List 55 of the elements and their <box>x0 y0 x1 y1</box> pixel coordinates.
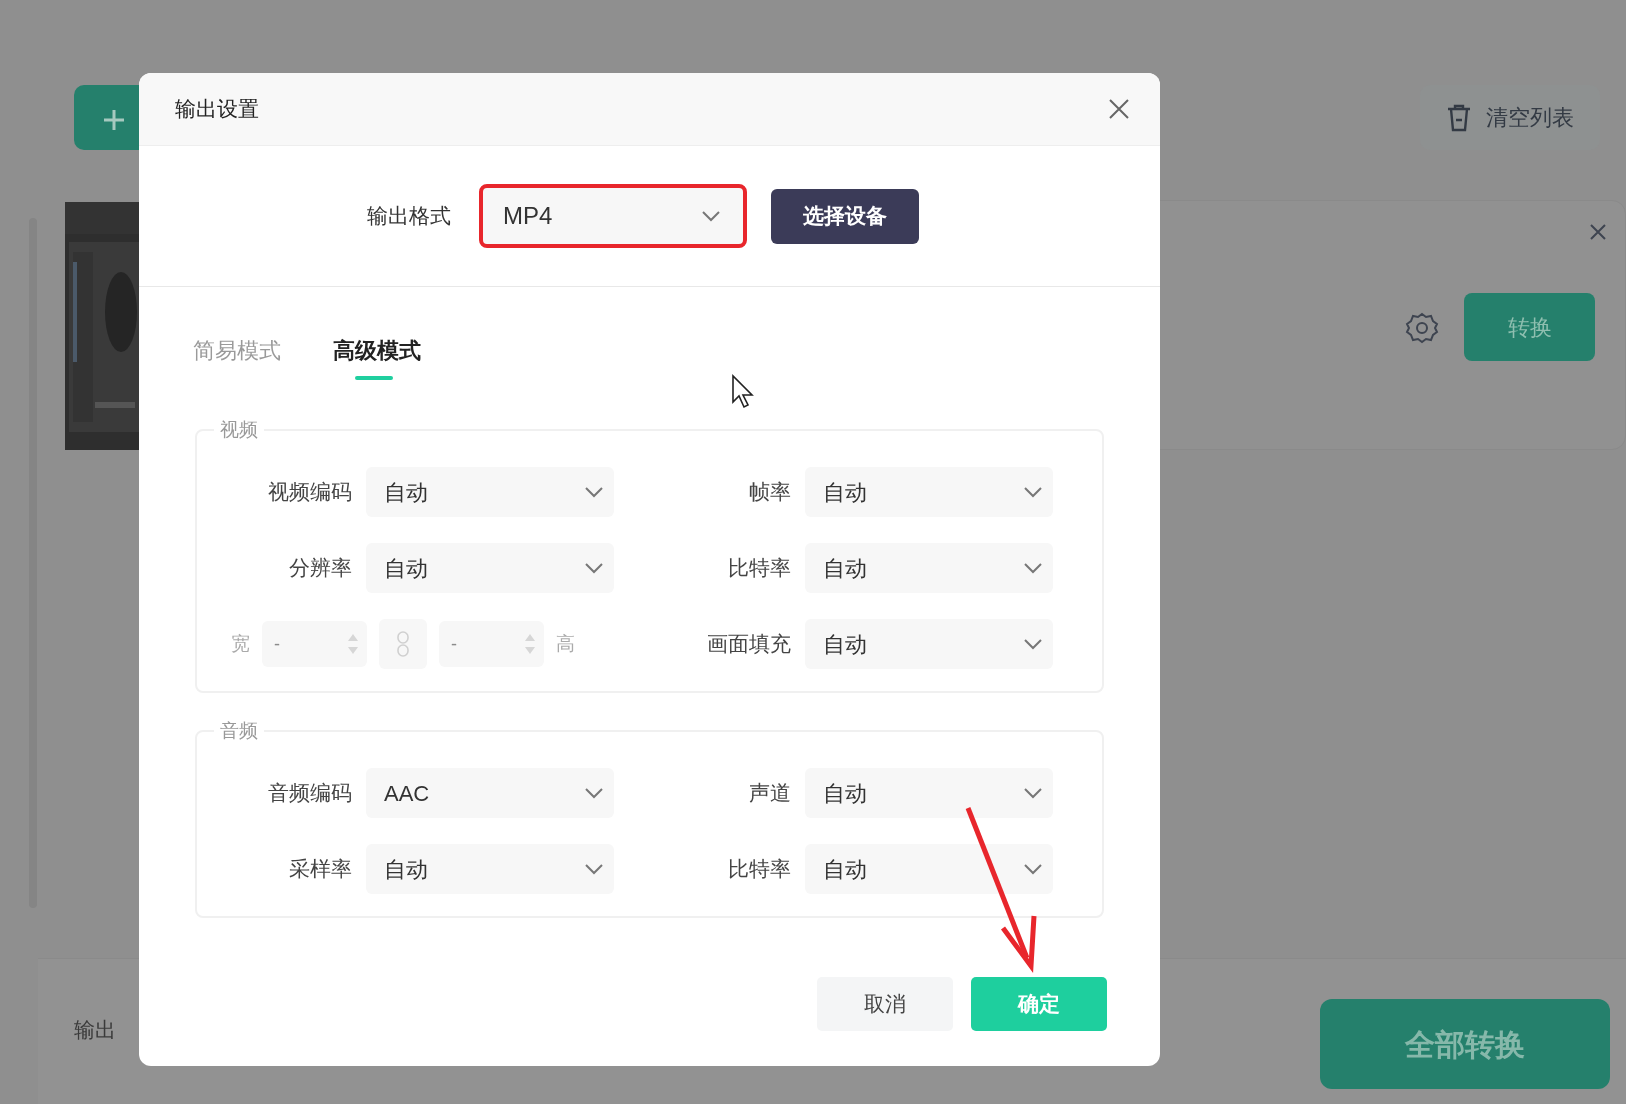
dropdown[interactable]: 自动 <box>805 467 1053 517</box>
width-label: 宽 <box>231 631 250 656</box>
chevron-down-icon <box>1023 863 1043 875</box>
format-select[interactable]: MP4 <box>479 184 747 248</box>
field-label: 分辨率 <box>288 555 352 582</box>
dropdown-value: 自动 <box>823 855 867 884</box>
dropdown-value: 自动 <box>384 554 428 583</box>
dropdown-value: 自动 <box>384 855 428 884</box>
field-label: 比特率 <box>727 856 791 883</box>
chevron-down-icon <box>584 787 604 799</box>
chevron-down-icon <box>1023 562 1043 574</box>
format-label: 输出格式 <box>367 203 451 230</box>
plus-icon <box>103 109 125 131</box>
dropdown[interactable]: 自动 <box>805 619 1053 669</box>
dropdown-value: 自动 <box>823 478 867 507</box>
chevron-down-icon <box>1023 486 1043 498</box>
field-label: 画面填充 <box>706 631 791 658</box>
select-device-button[interactable]: 选择设备 <box>771 188 919 244</box>
field-label: 视频编码 <box>267 479 352 506</box>
chevron-down-icon <box>1023 638 1043 650</box>
output-label: 输出 <box>74 1017 116 1043</box>
dropdown-value: 自动 <box>384 478 428 507</box>
dropdown-value: 自动 <box>823 779 867 808</box>
dropdown-value: 自动 <box>823 630 867 659</box>
dropdown[interactable]: AAC <box>366 768 614 818</box>
link-icon <box>396 630 410 658</box>
format-value: MP4 <box>503 201 553 231</box>
chevron-down-icon <box>1023 787 1043 799</box>
dialog-title: 输出设置 <box>175 96 259 123</box>
field-label: 比特率 <box>727 555 791 582</box>
dropdown-value: 自动 <box>823 554 867 583</box>
cancel-button[interactable]: 取消 <box>817 977 953 1031</box>
dropdown-value: AAC <box>384 779 430 808</box>
dropdown[interactable]: 自动 <box>805 768 1053 818</box>
settings-icon[interactable] <box>1405 311 1439 345</box>
chevron-down-icon <box>584 562 604 574</box>
field-label: 帧率 <box>748 479 791 506</box>
dropdown[interactable]: 自动 <box>366 844 614 894</box>
chevron-down-icon <box>701 210 721 222</box>
dropdown[interactable]: 自动 <box>366 467 614 517</box>
dropdown[interactable]: 自动 <box>366 543 614 593</box>
spinner-arrows-icon <box>347 632 359 656</box>
field-label: 采样率 <box>288 856 352 883</box>
trash-icon <box>1446 103 1472 132</box>
close-icon[interactable] <box>1589 222 1607 241</box>
field-label: 音频编码 <box>267 780 352 807</box>
height-label: 高 <box>556 631 575 656</box>
field-label: 声道 <box>748 780 791 807</box>
spinner-arrows-icon <box>524 632 536 656</box>
cursor-icon <box>731 374 755 410</box>
dropdown[interactable]: 自动 <box>805 844 1053 894</box>
dropdown[interactable]: 自动 <box>805 543 1053 593</box>
chevron-down-icon <box>584 486 604 498</box>
close-button[interactable] <box>1108 98 1130 120</box>
chevron-down-icon <box>584 863 604 875</box>
